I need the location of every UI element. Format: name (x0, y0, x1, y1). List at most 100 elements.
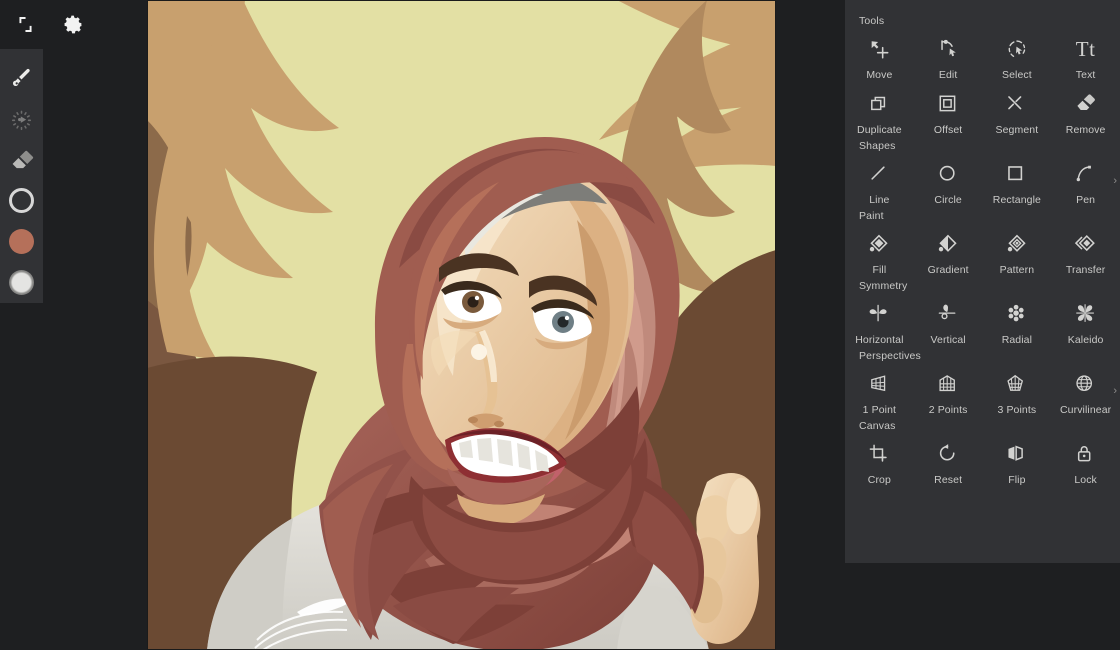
chevron-right-icon[interactable]: › (1113, 386, 1117, 397)
tool-button-offset[interactable]: Offset (914, 84, 983, 136)
gradient-icon (937, 231, 959, 257)
gear-icon[interactable] (58, 10, 88, 40)
tool-label: Offset (933, 124, 963, 136)
tool-label: Horizontal (855, 334, 904, 346)
tool-button-kaleido[interactable]: Kaleido (1051, 294, 1120, 346)
tool-label: Kaleido (1067, 334, 1104, 346)
canvas-viewport[interactable] (147, 0, 776, 650)
secondary-swatch[interactable] (0, 262, 43, 303)
collapse-icon[interactable] (10, 10, 40, 40)
tool-label: Text (1075, 69, 1096, 81)
tool-button-gradient[interactable]: Gradient (914, 224, 983, 276)
perspective-3points-icon (1006, 371, 1027, 397)
tool-label: Fill (872, 264, 887, 276)
section-label-paint: Paint (859, 210, 884, 222)
tool-label: Flip (1008, 474, 1026, 486)
reset-rotate-icon (938, 441, 959, 467)
tool-label: 3 Points (997, 404, 1037, 416)
tool-label: Circle (934, 194, 962, 206)
tool-row: 1 Point 2 Points 3 Points Curvilinear › (845, 364, 1120, 416)
flip-icon (1006, 441, 1027, 467)
tool-button-transfer[interactable]: Transfer (1051, 224, 1120, 276)
tool-label: Select (1001, 69, 1032, 81)
tool-label: Vertical (930, 334, 966, 346)
tool-label: Pen (1076, 194, 1096, 206)
color-swatch[interactable] (0, 221, 43, 262)
tool-label: Line (869, 194, 890, 206)
brush-size-icon[interactable] (0, 180, 43, 221)
section-label-tools: Tools (859, 15, 885, 27)
tool-button-radial[interactable]: Radial (983, 294, 1052, 346)
smudge-icon[interactable] (0, 99, 43, 140)
remove-eraser-icon (1075, 91, 1097, 117)
artwork-illustration (147, 0, 776, 650)
tool-row: Horizontal Vertical Radial Kaleido (845, 294, 1120, 346)
tool-label: Transfer (1065, 264, 1106, 276)
section-label-canvas: Canvas (859, 420, 896, 432)
tool-button-curvilinear[interactable]: Curvilinear (1051, 364, 1120, 416)
tool-button-text[interactable]: Tt Text (1051, 29, 1120, 81)
tool-label: Move (866, 69, 893, 81)
brush-icon[interactable] (0, 58, 43, 99)
tool-button-duplicate[interactable]: Duplicate (845, 84, 914, 136)
tool-button-3-points[interactable]: 3 Points (983, 364, 1052, 416)
perspective-2points-icon (938, 371, 959, 397)
eraser-icon[interactable] (0, 140, 43, 181)
tools-panel: Tools Move Edit Select Tt Text Duplicate Offset… (845, 0, 1120, 563)
circle-icon (938, 161, 959, 187)
symmetry-radial-icon (1006, 301, 1028, 327)
tool-row: Crop Reset Flip Lock (845, 434, 1120, 486)
tool-button-fill[interactable]: Fill (845, 224, 914, 276)
chevron-right-icon[interactable]: › (1113, 176, 1117, 187)
tool-button-select[interactable]: Select (983, 29, 1052, 81)
symmetry-horizontal-icon (868, 301, 890, 327)
tool-button-segment[interactable]: Segment (983, 84, 1052, 136)
tool-button-line[interactable]: Line (845, 154, 914, 206)
tool-button-2-points[interactable]: 2 Points (914, 364, 983, 416)
crop-icon (869, 441, 890, 467)
tool-button-move[interactable]: Move (845, 29, 914, 81)
section-label-symmetry: Symmetry (859, 280, 908, 292)
tool-button-flip[interactable]: Flip (983, 434, 1052, 486)
section-label-perspectives: Perspectives (859, 350, 921, 362)
tool-label: Duplicate (857, 124, 902, 136)
tool-row: Line Circle Rectangle Pen › (845, 154, 1120, 206)
offset-icon (938, 91, 959, 117)
tool-row: Fill Gradient Pattern Transfer (845, 224, 1120, 276)
text-icon: Tt (1075, 36, 1096, 61)
tool-button-horizontal[interactable]: Horizontal (845, 294, 914, 346)
tool-label: Segment (995, 124, 1039, 136)
duplicate-icon (869, 91, 890, 117)
tool-button-lock[interactable]: Lock (1051, 434, 1120, 486)
tool-button-crop[interactable]: Crop (845, 434, 914, 486)
tool-label: Edit (938, 69, 958, 81)
line-icon (869, 161, 890, 187)
tool-label: Gradient (927, 264, 969, 276)
section-label-shapes: Shapes (859, 140, 896, 152)
tool-button-edit[interactable]: Edit (914, 29, 983, 81)
tool-label: 1 Point (862, 404, 897, 416)
tool-label: Rectangle (992, 194, 1041, 206)
tool-button-1-point[interactable]: 1 Point (845, 364, 914, 416)
tool-button-rectangle[interactable]: Rectangle (983, 154, 1052, 206)
tool-button-remove[interactable]: Remove (1051, 84, 1120, 136)
tool-button-pattern[interactable]: Pattern (983, 224, 1052, 276)
symmetry-vertical-icon (937, 301, 959, 327)
tool-button-reset[interactable]: Reset (914, 434, 983, 486)
edit-node-icon (937, 36, 959, 62)
tool-button-pen[interactable]: Pen (1051, 154, 1120, 206)
tool-label: Pattern (999, 264, 1035, 276)
tool-label: Remove (1065, 124, 1106, 136)
left-tool-strip (0, 49, 43, 303)
app-window: Tools Move Edit Select Tt Text Duplicate Offset… (0, 0, 1120, 650)
perspective-1point-icon (869, 371, 890, 397)
pattern-icon (1006, 231, 1028, 257)
tool-row: Move Edit Select Tt Text (845, 29, 1120, 81)
perspective-curvilinear-icon (1075, 371, 1096, 397)
select-lasso-icon (1006, 36, 1028, 62)
symmetry-kaleido-icon (1075, 301, 1097, 327)
tool-button-circle[interactable]: Circle (914, 154, 983, 206)
pen-curve-icon (1075, 161, 1096, 187)
tool-label: Curvilinear (1059, 404, 1112, 416)
tool-button-vertical[interactable]: Vertical (914, 294, 983, 346)
